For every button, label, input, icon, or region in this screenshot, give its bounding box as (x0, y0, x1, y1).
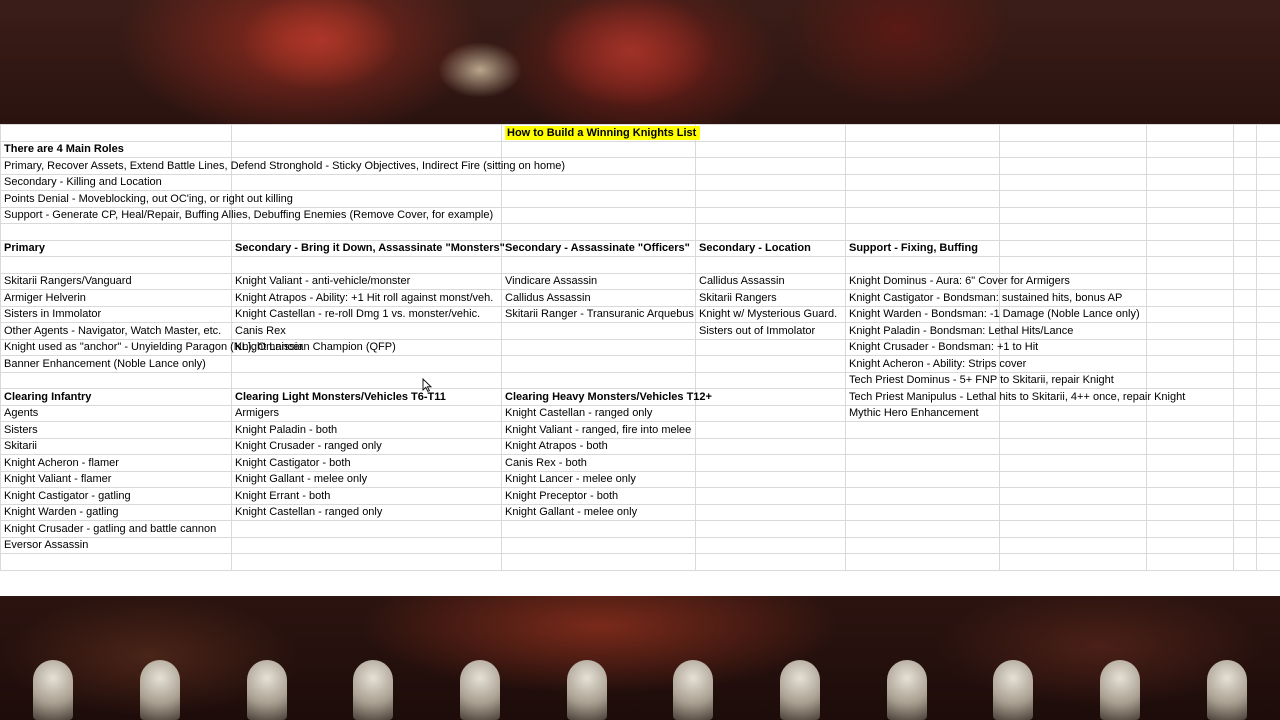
table-cell[interactable]: Skitarii (0, 437, 232, 455)
table-cell[interactable]: Knight Preceptor - both (501, 487, 696, 505)
role-points-denial-desc[interactable]: Points Denial - Moveblocking, out OC'ing… (0, 190, 293, 208)
table-row: Knight used as "anchor" - Unyielding Par… (0, 338, 1280, 356)
table-cell[interactable]: Knight Warden - Bondsman: -1 Damage (Nob… (845, 305, 1140, 323)
table-cell[interactable]: Knight Castigator - both (231, 454, 502, 472)
header-clearing-light[interactable]: Clearing Light Monsters/Vehicles T6-T11 (231, 388, 502, 406)
table-row: Support - Generate CP, Heal/Repair, Buff… (0, 206, 1280, 224)
table-row: Banner Enhancement (Noble Lance only) Kn… (0, 355, 1280, 373)
table-cell[interactable]: Other Agents - Navigator, Watch Master, … (0, 322, 232, 340)
table-row: There are 4 Main Roles (0, 140, 1280, 158)
table-row: Armiger Helverin Knight Atrapos - Abilit… (0, 289, 1280, 307)
table-row: Points Denial - Moveblocking, out OC'ing… (0, 190, 1280, 208)
table-row: Knight Acheron - flamer Knight Castigato… (0, 454, 1280, 472)
knight-model-artwork (200, 0, 760, 124)
table-cell[interactable]: Knight Gallant - melee only (231, 470, 502, 488)
table-cell[interactable]: Knight Gallant - melee only (501, 503, 696, 521)
table-cell[interactable]: Canis Rex - both (501, 454, 696, 472)
table-cell[interactable]: Knight Errant - both (231, 487, 502, 505)
table-cell[interactable]: Skitarii Rangers/Vanguard (0, 272, 232, 290)
table-row: Primary, Recover Assets, Extend Battle L… (0, 157, 1280, 175)
table-cell[interactable]: Knight Valiant - ranged, fire into melee (501, 421, 696, 439)
table-row: Knight Valiant - flamer Knight Gallant -… (0, 470, 1280, 488)
header-secondary-location[interactable]: Secondary - Location (695, 239, 846, 257)
table-cell[interactable]: Armiger Helverin (0, 289, 232, 307)
table-cell[interactable]: Knight Castigator - Bondsman: sustained … (845, 289, 1122, 307)
table-cell[interactable]: Armigers (231, 404, 502, 422)
mouse-cursor-icon (422, 378, 432, 392)
table-cell[interactable]: Callidus Assassin (501, 289, 696, 307)
table-row: Clearing Infantry Clearing Light Monster… (0, 388, 1280, 406)
table-cell[interactable]: Knight Crusader - ranged only (231, 437, 502, 455)
table-row: Knight Crusader - gatling and battle can… (0, 520, 1280, 538)
table-cell[interactable] (501, 322, 696, 340)
table-cell[interactable]: Callidus Assassin (695, 272, 846, 290)
miniatures-artwork (0, 650, 1280, 720)
table-cell[interactable]: Knight Castellan - ranged only (231, 503, 502, 521)
table-row: How to Build a Winning Knights List (0, 124, 1280, 142)
table-cell[interactable]: Eversor Assassin (0, 536, 232, 554)
table-cell[interactable]: Knight Castigator - gatling (0, 487, 232, 505)
table-cell[interactable]: Knight Lancer - melee only (501, 470, 696, 488)
table-cell[interactable]: Knight Castellan - re-roll Dmg 1 vs. mon… (231, 305, 502, 323)
table-cell[interactable]: Tech Priest Dominus - 5+ FNP to Skitarii… (845, 371, 1114, 389)
table-cell[interactable]: Knight Atrapos - both (501, 437, 696, 455)
spreadsheet-grid: How to Build a Winning Knights List Ther… (0, 124, 1280, 571)
table-cell[interactable]: Knight Dominus - Aura: 6" Cover for Armi… (845, 272, 1070, 290)
spreadsheet: How to Build a Winning Knights List Ther… (0, 124, 1280, 596)
header-clearing-infantry[interactable]: Clearing Infantry (0, 388, 232, 406)
table-cell[interactable]: Banner Enhancement (Noble Lance only) (0, 355, 232, 373)
table-row: Primary Secondary - Bring it Down, Assas… (0, 239, 1280, 257)
sheet-title: How to Build a Winning Knights List (505, 125, 701, 140)
table-cell[interactable]: Vindicare Assassin (501, 272, 696, 290)
table-row: Knight Castigator - gatling Knight Erran… (0, 487, 1280, 505)
table-cell[interactable]: Knight Valiant - anti-vehicle/monster (231, 272, 502, 290)
header-secondary-officers[interactable]: Secondary - Assassinate "Officers" (501, 239, 696, 257)
table-cell[interactable]: Mythic Hero Enhancement (845, 404, 1000, 422)
sheet-title-cell[interactable]: How to Build a Winning Knights List (501, 124, 701, 142)
header-secondary-monsters[interactable]: Secondary - Bring it Down, Assassinate "… (231, 239, 505, 257)
table-cell[interactable]: Knight Valiant - flamer (0, 470, 232, 488)
roles-heading[interactable]: There are 4 Main Roles (0, 140, 232, 158)
table-cell[interactable]: Knight Warden - gatling (0, 503, 232, 521)
table-cell[interactable]: Sisters out of Immolator (695, 322, 846, 340)
table-cell[interactable]: Knight Castellan - ranged only (501, 404, 696, 422)
table-cell[interactable]: Tech Priest Manipulus - Lethal hits to S… (845, 388, 1185, 406)
table-cell[interactable]: Knight Crusader - Bondsman: +1 to Hit (845, 338, 1038, 356)
header-clearing-heavy[interactable]: Clearing Heavy Monsters/Vehicles T12+ (501, 388, 712, 406)
table-cell[interactable]: Sisters (0, 421, 232, 439)
table-cell[interactable]: Knight Acheron - Ability: Strips cover (845, 355, 1026, 373)
table-cell[interactable]: Canis Rex (231, 322, 502, 340)
table-row (0, 553, 1280, 571)
table-row (0, 256, 1280, 274)
header-primary[interactable]: Primary (0, 239, 232, 257)
table-cell[interactable]: Knight Acheron - flamer (0, 454, 232, 472)
table-row: Skitarii Rangers/Vanguard Knight Valiant… (0, 272, 1280, 290)
table-cell[interactable]: Knight Paladin - both (231, 421, 502, 439)
table-row: Sisters in Immolator Knight Castellan - … (0, 305, 1280, 323)
table-cell[interactable]: Skitarii Ranger - Transuranic Arquebus (501, 305, 696, 323)
table-cell[interactable]: Knight Paladin - Bondsman: Lethal Hits/L… (845, 322, 1073, 340)
table-cell[interactable]: Knight w/ Mysterious Guard. (695, 305, 846, 323)
table-row (0, 223, 1280, 241)
table-cell[interactable]: Knight Crusader - gatling and battle can… (0, 520, 232, 538)
header-support[interactable]: Support - Fixing, Buffing (845, 239, 1000, 257)
table-row: Eversor Assassin (0, 536, 1280, 554)
table-row: Other Agents - Navigator, Watch Master, … (0, 322, 1280, 340)
table-cell[interactable]: Skitarii Rangers (695, 289, 846, 307)
table-row: Agents Armigers Knight Castellan - range… (0, 404, 1280, 422)
table-row: Knight Warden - gatling Knight Castellan… (0, 503, 1280, 521)
role-primary-desc[interactable]: Primary, Recover Assets, Extend Battle L… (0, 157, 565, 175)
table-row: Skitarii Knight Crusader - ranged only K… (0, 437, 1280, 455)
table-row: Tech Priest Dominus - 5+ FNP to Skitarii… (0, 371, 1280, 389)
table-cell[interactable]: Knight Atrapos - Ability: +1 Hit roll ag… (231, 289, 502, 307)
anchor-cell[interactable]: Knight used as "anchor" - Unyielding Par… (0, 338, 396, 356)
table-cell[interactable]: Agents (0, 404, 232, 422)
table-cell[interactable]: Sisters in Immolator (0, 305, 232, 323)
role-support-desc[interactable]: Support - Generate CP, Heal/Repair, Buff… (0, 206, 493, 224)
table-row: Sisters Knight Paladin - both Knight Val… (0, 421, 1280, 439)
role-secondary-desc[interactable]: Secondary - Killing and Location (0, 173, 232, 191)
table-row: Secondary - Killing and Location (0, 173, 1280, 191)
